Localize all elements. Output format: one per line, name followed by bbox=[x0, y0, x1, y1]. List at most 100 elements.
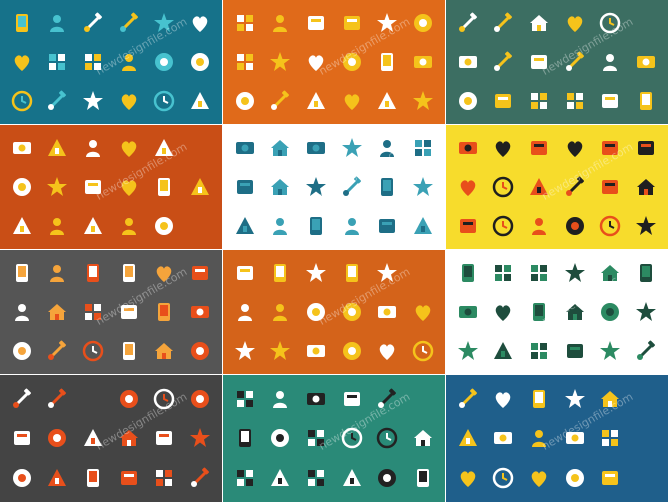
theater-masks-icon bbox=[456, 11, 480, 35]
vhs-tape-icon bbox=[268, 426, 292, 450]
refresh-arrow-icon bbox=[563, 175, 587, 199]
diamond-icon bbox=[188, 175, 212, 199]
martini-icon bbox=[304, 261, 328, 285]
sd-card-icon bbox=[152, 387, 176, 411]
paint-roller-icon bbox=[563, 89, 587, 113]
syringe-alt-icon bbox=[188, 300, 212, 324]
atom-icon bbox=[81, 50, 105, 74]
bandage-icon bbox=[152, 300, 176, 324]
smartphone-icon bbox=[527, 261, 551, 285]
graph-icon bbox=[411, 11, 435, 35]
mail-stack-icon bbox=[152, 11, 176, 35]
icon-panel-media-electronics: newdesignfile.com bbox=[223, 375, 445, 502]
empty-slot bbox=[411, 387, 435, 411]
music-player-icon bbox=[340, 387, 364, 411]
molecule-icon bbox=[117, 339, 141, 363]
wrench-icon bbox=[152, 466, 176, 490]
signpost-alt-icon bbox=[456, 466, 480, 490]
storefront-icon bbox=[527, 426, 551, 450]
icon-panel-business: newdesignfile.com bbox=[446, 375, 668, 502]
snowflake-icon bbox=[304, 300, 328, 324]
oscilloscope-icon bbox=[411, 426, 435, 450]
briefcase-icon bbox=[563, 387, 587, 411]
compass-needle-icon bbox=[152, 214, 176, 238]
ambulance-icon bbox=[45, 261, 69, 285]
battery-low-icon bbox=[268, 466, 292, 490]
bed-icon bbox=[527, 89, 551, 113]
help-bubble-icon bbox=[152, 89, 176, 113]
graduation-cap-icon bbox=[491, 50, 515, 74]
tablet-list-icon bbox=[491, 300, 515, 324]
brain-icon bbox=[81, 261, 105, 285]
tic-tac-toe-icon bbox=[304, 89, 328, 113]
target-icon bbox=[527, 466, 551, 490]
barrel-icon bbox=[375, 261, 399, 285]
icon-panel-professions: newdesignfile.com bbox=[446, 0, 668, 124]
family-alt-icon bbox=[268, 214, 292, 238]
empty-slot bbox=[411, 261, 435, 285]
shovel-icon bbox=[375, 300, 399, 324]
network-icon bbox=[563, 466, 587, 490]
empty-slot bbox=[634, 387, 658, 411]
nurse-icon bbox=[81, 300, 105, 324]
tablet-alt-icon bbox=[563, 261, 587, 285]
armchair-icon bbox=[456, 214, 480, 238]
battery-icon bbox=[233, 466, 257, 490]
typewriter-icon bbox=[340, 89, 364, 113]
icon-panel-food-industry: newdesignfile.com bbox=[223, 250, 445, 374]
doctor-icon bbox=[45, 300, 69, 324]
icon-panel-party-celebration: newdesignfile.com bbox=[446, 125, 668, 249]
empty-slot bbox=[634, 466, 658, 490]
grid-apps-icon bbox=[188, 11, 212, 35]
multi-device-icon bbox=[598, 339, 622, 363]
maze-icon bbox=[634, 175, 658, 199]
empty-slot bbox=[188, 136, 212, 160]
touch-hand-icon bbox=[491, 261, 515, 285]
font-aa-icon bbox=[268, 50, 292, 74]
icon-panel-love-family: newdesignfile.com bbox=[0, 125, 222, 249]
icon-panel-baby-people: newdesignfile.com bbox=[223, 125, 445, 249]
robot-icon bbox=[411, 466, 435, 490]
tv-screen-icon bbox=[304, 387, 328, 411]
male-symbol-icon bbox=[152, 136, 176, 160]
falling-man-icon bbox=[491, 214, 515, 238]
love-letter-icon bbox=[81, 175, 105, 199]
calendar-icon bbox=[188, 50, 212, 74]
saw-icon bbox=[411, 300, 435, 324]
microscope-icon bbox=[81, 339, 105, 363]
magnet-icon bbox=[563, 214, 587, 238]
pacifier-icon bbox=[268, 175, 292, 199]
gears-icon bbox=[10, 89, 34, 113]
empty-slot bbox=[634, 11, 658, 35]
newspaper-icon bbox=[598, 89, 622, 113]
museum-icon bbox=[411, 89, 435, 113]
empty-slot bbox=[188, 214, 212, 238]
disc-icon bbox=[304, 426, 328, 450]
dice-icon bbox=[491, 426, 515, 450]
direction-arrows-icon bbox=[491, 466, 515, 490]
qr-code-icon bbox=[304, 466, 328, 490]
hourglass-screen-icon bbox=[527, 339, 551, 363]
magic-hat-icon bbox=[233, 136, 257, 160]
man-icon bbox=[375, 175, 399, 199]
brain-alt-icon bbox=[117, 261, 141, 285]
wheelbarrow-icon bbox=[340, 300, 364, 324]
police-cap-icon bbox=[563, 50, 587, 74]
walkie-talkie-icon bbox=[375, 426, 399, 450]
spiral-icon bbox=[598, 175, 622, 199]
fire-icon bbox=[634, 214, 658, 238]
bow-tie-icon bbox=[634, 136, 658, 160]
knife-icon bbox=[563, 11, 587, 35]
rings-icon bbox=[10, 136, 34, 160]
radio-icon bbox=[375, 387, 399, 411]
pen-nib-icon bbox=[268, 89, 292, 113]
fingerprint-icon bbox=[340, 466, 364, 490]
crown-icon bbox=[634, 50, 658, 74]
printer-icon bbox=[45, 426, 69, 450]
icon-sheet: newdesignfile.com newdesignfile.com newdes… bbox=[0, 0, 668, 503]
home-icon bbox=[81, 11, 105, 35]
scissors-icon bbox=[411, 50, 435, 74]
prescription-icon bbox=[188, 339, 212, 363]
cassette-icon bbox=[233, 426, 257, 450]
desktop-icon bbox=[491, 339, 515, 363]
